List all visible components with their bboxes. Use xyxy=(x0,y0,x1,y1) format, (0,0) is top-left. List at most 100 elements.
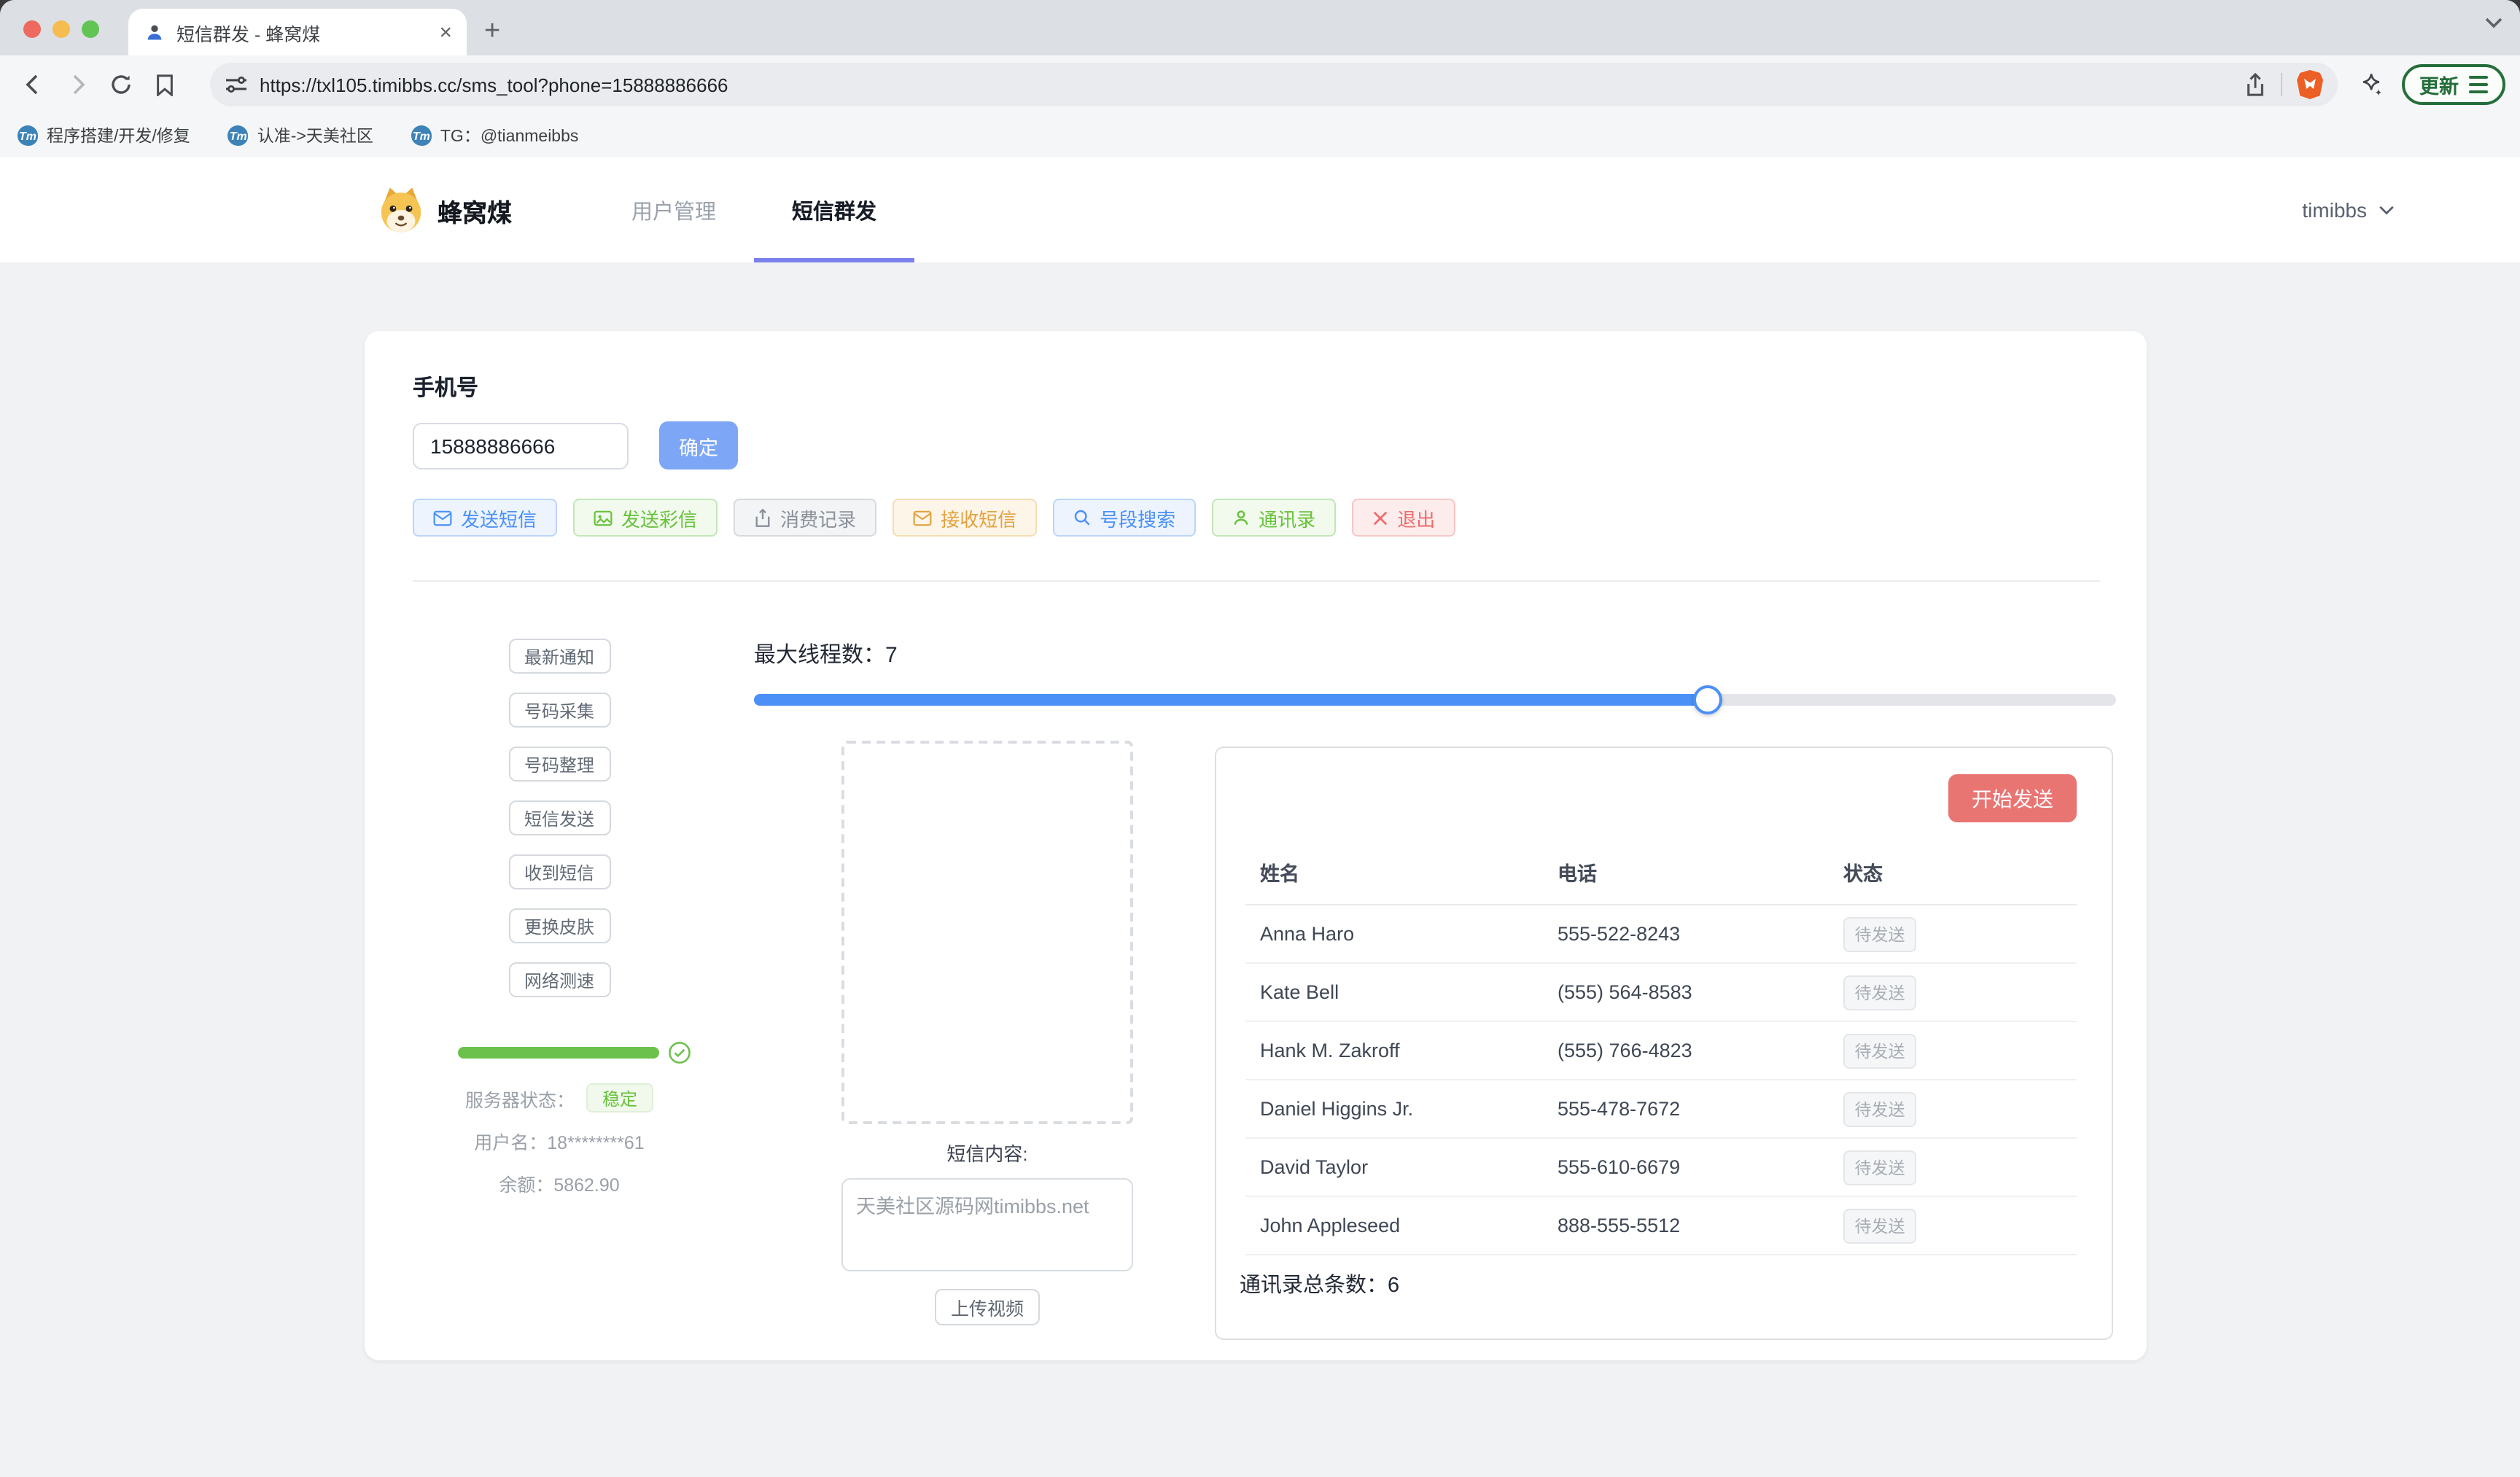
account-dropdown[interactable]: timibbs xyxy=(2302,157,2395,262)
confirm-button[interactable]: 确定 xyxy=(659,421,738,469)
image-icon xyxy=(594,510,612,526)
receive-sms-button[interactable]: 接收短信 xyxy=(892,499,1037,537)
status-badge: 待发送 xyxy=(1843,975,1916,1010)
brave-shields-icon[interactable] xyxy=(2297,70,2323,99)
contacts-button[interactable]: 通讯录 xyxy=(1212,499,1336,537)
bookmarks-bar: Tm 程序搭建/开发/修复 Tm 认准->天美社区 Tm TG：@tianmei… xyxy=(0,114,2520,157)
bookmark-label: 程序搭建/开发/修复 xyxy=(47,124,190,147)
phone-input[interactable] xyxy=(413,422,629,469)
number-segment-search-button[interactable]: 号段搜索 xyxy=(1053,499,1196,537)
browser-tab[interactable]: 短信群发 - 蜂窝煤 × xyxy=(128,9,467,55)
billing-records-button[interactable]: 消费记录 xyxy=(734,499,876,537)
image-upload-dropzone[interactable] xyxy=(841,741,1133,1124)
contact-name: David Taylor xyxy=(1245,1138,1543,1196)
upload-video-button[interactable]: 上传视频 xyxy=(935,1289,1040,1325)
new-tab-button[interactable]: + xyxy=(484,15,500,50)
browser-update-button[interactable]: 更新 xyxy=(2402,64,2505,105)
tab-title: 短信群发 - 蜂窝煤 xyxy=(176,18,430,46)
contact-name: Kate Bell xyxy=(1245,963,1543,1021)
sidebar-button-sms-received[interactable]: 收到短信 xyxy=(508,854,610,889)
logout-button[interactable]: 退出 xyxy=(1352,499,1455,537)
action-chips: 发送短信 发送彩信 消费记录 接收短信 号段搜索 xyxy=(413,499,2100,537)
sidebar-button-network-speedtest[interactable]: 网络测速 xyxy=(508,962,610,997)
chevron-down-icon xyxy=(2379,205,2395,215)
sidebar-button-latest-notice[interactable]: 最新通知 xyxy=(508,639,610,674)
table-row: Anna Haro 555-522-8243 待发送 xyxy=(1245,905,2077,963)
bookmark-item[interactable]: Tm 程序搭建/开发/修复 xyxy=(18,124,190,147)
bookmark-icon[interactable] xyxy=(146,66,184,104)
bookmark-favicon: Tm xyxy=(18,125,38,146)
webpage: 蜂窝煤 用户管理 短信群发 timibbs 手机号 确定 xyxy=(0,157,2520,1419)
chip-label: 发送短信 xyxy=(461,504,537,531)
workspace: 短信内容: 天美社区源码网timibbs.net 上传视频 开始发送 姓名 xyxy=(754,741,2116,1340)
brand-name: 蜂窝煤 xyxy=(438,192,512,228)
tools-sidebar: 最新通知 号码采集 号码整理 短信发送 收到短信 更换皮肤 网络测速 服务器状 xyxy=(413,639,706,1340)
progress-bar xyxy=(458,1047,659,1059)
ai-sparkle-icon[interactable] xyxy=(2358,71,2384,98)
chip-label: 接收短信 xyxy=(941,504,1016,531)
tab-strip: 短信群发 - 蜂窝煤 × + xyxy=(0,0,2520,55)
zoom-window-button[interactable] xyxy=(82,20,99,38)
minimize-window-button[interactable] xyxy=(52,20,70,38)
share-icon[interactable] xyxy=(2244,72,2266,97)
person-icon xyxy=(1232,509,1250,526)
col-header-name: 姓名 xyxy=(1245,846,1543,905)
send-mms-button[interactable]: 发送彩信 xyxy=(573,499,718,537)
sms-content-label: 短信内容: xyxy=(841,1139,1133,1166)
close-x-icon xyxy=(1372,510,1388,526)
chip-label: 号段搜索 xyxy=(1100,504,1175,531)
contacts-table: 姓名 电话 状态 Anna Haro 555-522-8243 xyxy=(1245,846,2077,1255)
update-label: 更新 xyxy=(2419,70,2459,99)
table-header-row: 姓名 电话 状态 xyxy=(1245,846,2077,905)
col-header-status: 状态 xyxy=(1829,846,2077,905)
chip-label: 消费记录 xyxy=(780,504,856,531)
sidebar-button-sms-send[interactable]: 短信发送 xyxy=(508,800,610,835)
bookmark-item[interactable]: Tm 认准->天美社区 xyxy=(228,124,373,147)
url-bar[interactable]: https://txl105.timibbs.cc/sms_tool?phone… xyxy=(210,63,2338,106)
slider-thumb[interactable] xyxy=(1693,685,1722,714)
reload-icon[interactable] xyxy=(102,66,140,104)
phone-row: 确定 xyxy=(413,421,2100,469)
server-status-label: 服务器状态： xyxy=(465,1084,575,1112)
start-sending-button[interactable]: 开始发送 xyxy=(1948,774,2077,822)
max-threads-value: 7 xyxy=(885,643,898,668)
export-icon xyxy=(754,508,771,527)
menu-hamburger-icon xyxy=(2469,76,2488,93)
envelope-icon xyxy=(913,510,932,526)
url-text[interactable]: https://txl105.timibbs.cc/sms_tool?phone… xyxy=(260,74,2244,96)
sms-content-textarea[interactable]: 天美社区源码网timibbs.net xyxy=(841,1178,1133,1271)
bookmark-label: TG：@tianmeibbs xyxy=(440,124,579,147)
bookmark-label: 认准->天美社区 xyxy=(257,124,373,147)
table-row: Kate Bell (555) 564-8583 待发送 xyxy=(1245,963,2077,1021)
balance-line: 余额：5862.90 xyxy=(499,1169,619,1197)
check-circle-icon xyxy=(668,1041,691,1064)
col-header-phone: 电话 xyxy=(1543,846,1829,905)
sidebar-button-number-collect[interactable]: 号码采集 xyxy=(508,693,610,728)
sidebar-button-change-skin[interactable]: 更换皮肤 xyxy=(508,908,610,943)
brand: 蜂窝煤 xyxy=(376,157,512,262)
work-area: 最大线程数：7 短信内容: 天美社区源码网timibbs.net 上传视频 xyxy=(706,639,2116,1340)
back-icon[interactable] xyxy=(15,66,52,104)
divider xyxy=(2281,73,2282,96)
envelope-icon xyxy=(433,510,452,526)
contact-phone: (555) 564-8583 xyxy=(1543,963,1829,1021)
chip-label: 通讯录 xyxy=(1259,504,1315,531)
chip-label: 退出 xyxy=(1397,504,1435,531)
nav-item-user-management[interactable]: 用户管理 xyxy=(594,157,754,262)
bookmark-favicon: Tm xyxy=(228,125,249,146)
nav-item-sms-broadcast[interactable]: 短信群发 xyxy=(754,157,914,262)
close-window-button[interactable] xyxy=(23,20,41,38)
bookmark-favicon: Tm xyxy=(411,125,432,146)
tab-close-icon[interactable]: × xyxy=(439,20,452,44)
forward-icon[interactable] xyxy=(58,66,96,104)
tab-search-chevron-icon[interactable] xyxy=(2485,17,2502,29)
contact-phone: 555-522-8243 xyxy=(1543,905,1829,963)
phone-label: 手机号 xyxy=(413,372,2100,402)
send-sms-button[interactable]: 发送短信 xyxy=(413,499,557,537)
sidebar-button-number-organize[interactable]: 号码整理 xyxy=(508,747,610,782)
bookmark-item[interactable]: Tm TG：@tianmeibbs xyxy=(411,124,579,147)
slider-fill xyxy=(754,694,1708,706)
site-settings-tune-icon[interactable] xyxy=(225,74,248,95)
threads-slider[interactable] xyxy=(754,694,2116,706)
status-badge: 待发送 xyxy=(1843,1208,1916,1243)
